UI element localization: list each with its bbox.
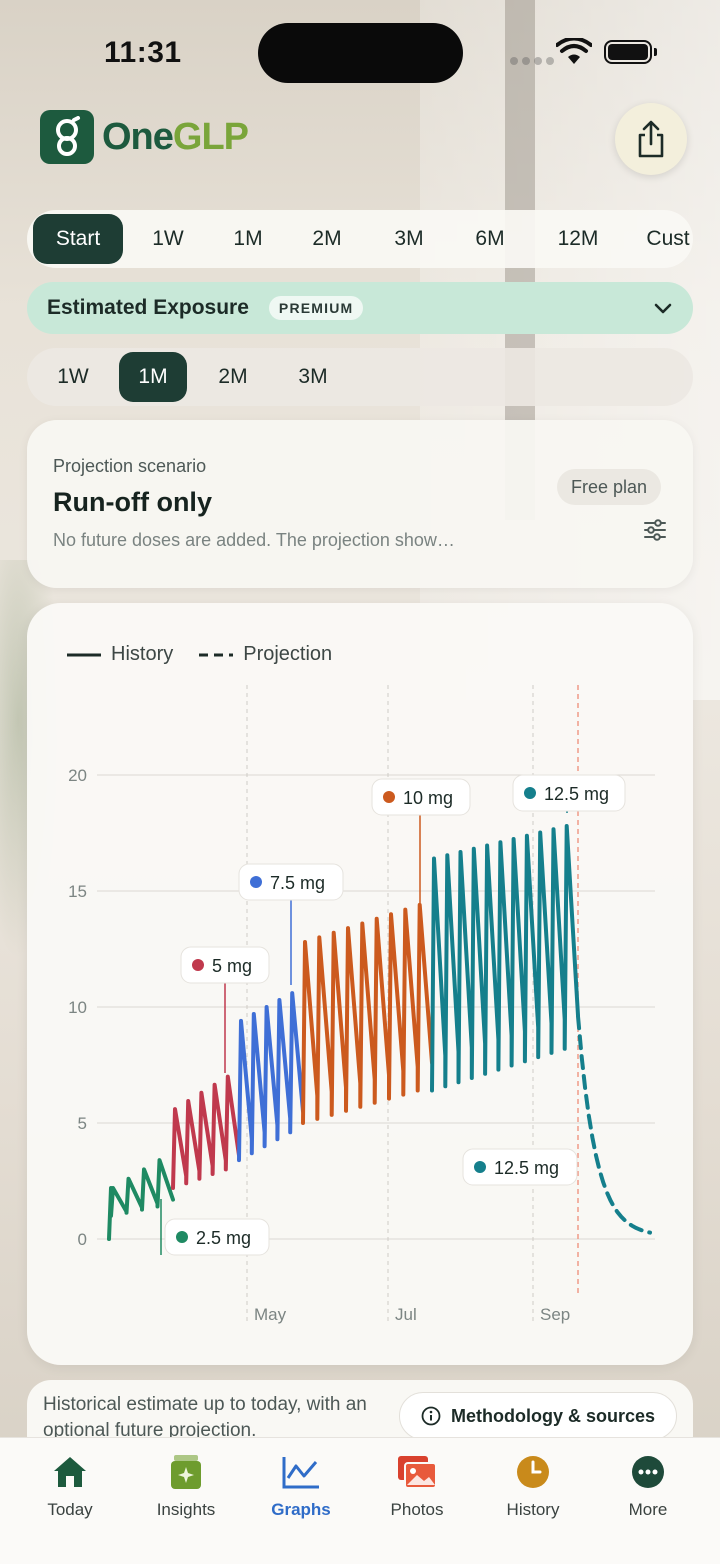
logo-text-one: One	[102, 115, 174, 158]
logo-text: OneGLP	[102, 115, 249, 159]
dose-dot	[192, 959, 204, 971]
series-line	[171, 1074, 241, 1190]
nav-more[interactable]: More	[598, 1452, 698, 1520]
sub-tab-2m[interactable]: 2M	[193, 352, 273, 402]
sub-tab-1w[interactable]: 1W	[33, 352, 113, 402]
y-tick-label: 0	[78, 1230, 87, 1249]
tab-custom[interactable]: Cust	[623, 214, 693, 264]
time-range-tabs: Start 1W 1M 2M 3M 6M 12M Cust	[27, 210, 693, 268]
sub-tab-1m[interactable]: 1M	[119, 352, 187, 402]
nav-history[interactable]: History	[483, 1452, 583, 1520]
nav-graphs-label: Graphs	[271, 1500, 331, 1519]
projection-line	[576, 1014, 652, 1235]
nav-today-label: Today	[47, 1500, 93, 1519]
dose-dot	[383, 791, 395, 803]
dose-dot	[524, 787, 536, 799]
premium-badge: PREMIUM	[268, 296, 364, 320]
dose-dot	[250, 876, 262, 888]
nav-photos-label: Photos	[390, 1500, 444, 1519]
dose-label: 12.5 mg	[544, 784, 609, 804]
battery-icon	[604, 40, 657, 64]
series-line	[107, 1158, 175, 1241]
share-icon	[638, 120, 664, 158]
legend-projection-label: Projection	[243, 643, 333, 665]
info-icon	[421, 1406, 441, 1426]
y-tick-label: 5	[78, 1114, 87, 1133]
tab-1w[interactable]: 1W	[123, 214, 213, 264]
line-chart-icon	[251, 1452, 351, 1492]
tab-2m[interactable]: 2M	[283, 214, 371, 264]
signal-icon	[510, 57, 554, 65]
dose-label: 2.5 mg	[196, 1228, 251, 1248]
tab-1m[interactable]: 1M	[213, 214, 283, 264]
nav-today[interactable]: Today	[20, 1452, 120, 1520]
dose-dot	[176, 1231, 188, 1243]
y-tick-label: 15	[68, 882, 87, 901]
nav-more-label: More	[628, 1500, 668, 1519]
legend-history-label: History	[111, 643, 174, 665]
exposure-selector[interactable]: Estimated Exposure PREMIUM	[27, 282, 693, 334]
exposure-title: Estimated Exposure	[47, 296, 249, 319]
tab-3m[interactable]: 3M	[371, 214, 447, 264]
methodology-button[interactable]: Methodology & sources	[399, 1392, 677, 1440]
tab-12m[interactable]: 12M	[533, 214, 623, 264]
dynamic-island	[258, 23, 463, 83]
nav-photos[interactable]: Photos	[367, 1452, 467, 1520]
exposure-chart-card: 0 5 10 15 20 May Jul Sep 2.5 mg 5 mg 7.5 mg 10 mg 12…	[27, 603, 693, 1365]
nav-insights-label: Insights	[156, 1500, 216, 1519]
y-tick-label: 10	[68, 998, 87, 1017]
x-tick-label: Jul	[395, 1305, 417, 1324]
methodology-label: Methodology & sources	[450, 1405, 656, 1426]
nav-history-label: History	[506, 1500, 560, 1519]
tab-start[interactable]: Start	[33, 214, 123, 264]
tab-6m[interactable]: 6M	[447, 214, 533, 264]
dose-label: 12.5 mg	[494, 1158, 559, 1178]
share-button[interactable]	[615, 103, 687, 175]
x-tick-label: Sep	[540, 1305, 570, 1324]
wifi-icon	[556, 38, 592, 64]
logo-mark-icon	[40, 110, 94, 164]
bottom-navigation: Today Insights Graphs Photos History Mor…	[0, 1437, 720, 1564]
sub-tab-3m[interactable]: 3M	[273, 352, 353, 402]
app-logo: OneGLP	[40, 110, 249, 164]
dose-dot	[474, 1161, 486, 1173]
y-tick-label: 20	[68, 766, 87, 785]
sparkle-cards-icon	[136, 1452, 236, 1492]
chevron-down-icon	[654, 303, 672, 314]
chart-legend: History Projection	[67, 643, 344, 666]
dose-label: 7.5 mg	[270, 873, 325, 893]
dose-label: 5 mg	[212, 956, 252, 976]
home-icon	[20, 1452, 120, 1492]
projection-description: No future doses are added. The projectio…	[53, 530, 455, 550]
series-line	[430, 824, 580, 1093]
exposure-chart: 0 5 10 15 20 May Jul Sep 2.5 mg 5 mg 7.5 mg 10 mg 12…	[68, 685, 655, 1324]
logo-text-glp: GLP	[172, 115, 249, 158]
sliders-icon[interactable]	[643, 519, 667, 541]
legend-history: History	[67, 643, 173, 666]
more-icon	[598, 1452, 698, 1492]
series-line	[301, 902, 434, 1125]
status-time: 11:31	[104, 36, 182, 69]
clock-icon	[483, 1452, 583, 1492]
legend-projection: Projection	[199, 643, 332, 666]
nav-graphs[interactable]: Graphs	[251, 1452, 351, 1520]
nav-insights[interactable]: Insights	[136, 1452, 236, 1520]
photos-icon	[367, 1452, 467, 1492]
x-tick-label: May	[254, 1305, 287, 1324]
series-line	[237, 991, 305, 1163]
free-plan-badge: Free plan	[557, 469, 662, 505]
exposure-range-tabs: 1W 1M 2M 3M	[27, 348, 693, 406]
dose-label: 10 mg	[403, 788, 453, 808]
